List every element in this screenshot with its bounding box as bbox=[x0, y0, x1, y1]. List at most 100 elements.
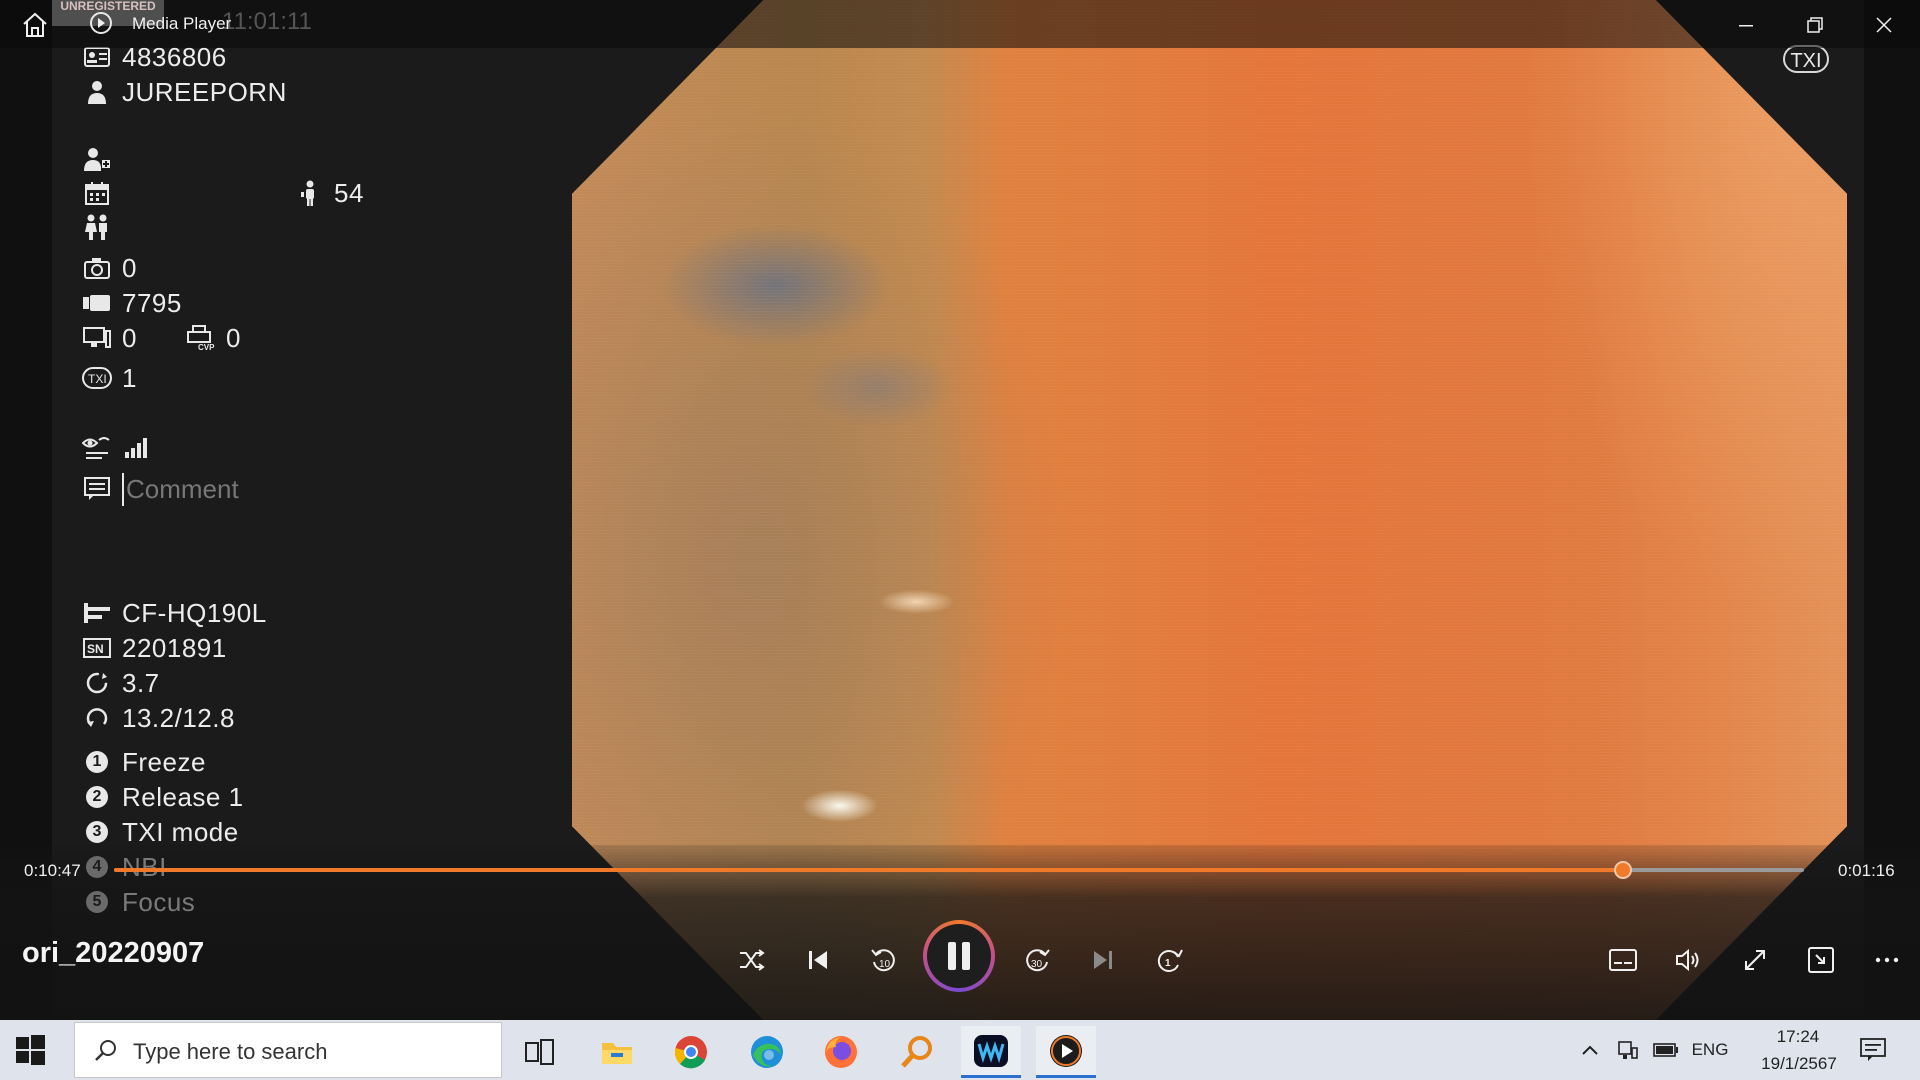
value-b: 13.2/12.8 bbox=[122, 702, 235, 733]
previous-button[interactable] bbox=[798, 940, 838, 980]
media-player-icon bbox=[90, 12, 112, 34]
media-player-taskbar-icon[interactable] bbox=[1036, 1026, 1096, 1078]
serial-number: 2201891 bbox=[122, 632, 227, 663]
seek-bar[interactable] bbox=[114, 861, 1804, 879]
button-1-label: Freeze bbox=[122, 746, 206, 777]
button-3-label: TXI mode bbox=[122, 816, 239, 847]
date-row bbox=[82, 176, 122, 210]
value-a-row: 3.7 bbox=[82, 666, 160, 700]
capture-row: 0 bbox=[82, 251, 137, 285]
webex-icon[interactable] bbox=[961, 1026, 1021, 1078]
number-4-icon: 4 bbox=[86, 856, 108, 878]
cvp-count: 0 bbox=[226, 322, 241, 353]
subtitles-button[interactable] bbox=[1603, 940, 1643, 980]
language-indicator[interactable]: ENG bbox=[1688, 1035, 1732, 1065]
scope-model-row: CF-HQ190L bbox=[82, 596, 267, 630]
monitor-count: 0 bbox=[122, 322, 137, 353]
value-a: 3.7 bbox=[122, 667, 160, 698]
refresh-icon bbox=[82, 703, 112, 733]
comment-input[interactable] bbox=[122, 472, 388, 506]
more-options-button[interactable] bbox=[1867, 940, 1907, 980]
svg-text:30: 30 bbox=[1031, 959, 1043, 970]
chrome-icon[interactable] bbox=[661, 1026, 721, 1078]
patient-age: 54 bbox=[334, 177, 364, 208]
clock-date[interactable]: 19/1/2567 bbox=[1744, 1054, 1854, 1074]
age-person-icon bbox=[294, 178, 324, 208]
number-2-icon: 2 bbox=[86, 786, 108, 808]
search-icon bbox=[93, 1038, 119, 1064]
button-assign-4: 4 NBI bbox=[82, 850, 167, 884]
button-assign-3: 3 TXI mode bbox=[82, 815, 239, 849]
signal-bars-icon bbox=[122, 433, 152, 463]
close-button[interactable] bbox=[1869, 10, 1899, 40]
file-explorer-icon[interactable] bbox=[587, 1026, 647, 1078]
notifications-icon[interactable] bbox=[1855, 1035, 1891, 1065]
comment-row bbox=[82, 472, 388, 506]
monitor-row: 0 bbox=[82, 321, 137, 355]
button-4-label: NBI bbox=[122, 851, 167, 882]
patient-name: JUREEPORN bbox=[122, 76, 287, 107]
edge-icon[interactable] bbox=[737, 1026, 797, 1078]
svg-text:10: 10 bbox=[879, 959, 891, 970]
serial-row: SN 2201891 bbox=[82, 631, 227, 665]
search-placeholder: Type here to search bbox=[133, 1039, 328, 1064]
txi-icon: TXI bbox=[82, 363, 112, 393]
home-icon[interactable] bbox=[20, 10, 50, 40]
volume-button[interactable] bbox=[1669, 940, 1709, 980]
age-row: 54 bbox=[294, 176, 364, 210]
pause-button[interactable] bbox=[923, 920, 995, 992]
title-bar: UNREGISTERED 11:01:11 Media Player bbox=[0, 0, 1920, 48]
minimize-button[interactable] bbox=[1731, 10, 1761, 40]
scope-icon bbox=[82, 598, 112, 628]
shuffle-button[interactable] bbox=[732, 940, 772, 980]
restore-button[interactable] bbox=[1800, 10, 1830, 40]
task-view-icon[interactable] bbox=[510, 1026, 570, 1078]
battery-icon bbox=[82, 288, 112, 318]
camera-icon bbox=[82, 253, 112, 283]
serial-number-icon: SN bbox=[82, 633, 112, 663]
media-title: ori_20220907 bbox=[22, 937, 205, 969]
cvp-row: CVP 0 bbox=[186, 321, 241, 355]
mini-player-button[interactable] bbox=[1801, 940, 1841, 980]
counter-value: 7795 bbox=[122, 287, 182, 318]
seek-progress bbox=[114, 868, 1624, 872]
battery-status-icon[interactable] bbox=[1650, 1035, 1682, 1065]
svg-text:CVP: CVP bbox=[198, 343, 215, 351]
next-button[interactable] bbox=[1083, 940, 1123, 980]
clock-time[interactable]: 17:24 bbox=[1770, 1027, 1826, 1047]
skip-forward-30-button[interactable]: 30 bbox=[1017, 940, 1057, 980]
counter-row: 7795 bbox=[82, 286, 182, 320]
txi-badge: TXI bbox=[1783, 45, 1829, 73]
remaining-time: 0:01:16 bbox=[1838, 861, 1895, 880]
button-assign-5: 5 Focus bbox=[82, 885, 195, 919]
txi-level: 1 bbox=[122, 362, 137, 393]
skip-back-10-button[interactable]: 10 bbox=[864, 940, 904, 980]
svg-text:SN: SN bbox=[87, 642, 104, 656]
button-assign-2: 2 Release 1 bbox=[82, 780, 244, 814]
txi-level-row: TXI 1 bbox=[82, 361, 137, 395]
number-5-icon: 5 bbox=[86, 891, 108, 913]
elapsed-time: 0:10:47 bbox=[24, 861, 81, 880]
eye-settings-icon bbox=[82, 433, 112, 463]
overlay-time-ghost: 11:01:11 bbox=[222, 8, 312, 35]
taskbar-search-box[interactable]: Type here to search bbox=[74, 1022, 502, 1078]
firefox-icon[interactable] bbox=[811, 1026, 871, 1078]
doctor-icon bbox=[82, 144, 112, 174]
windows-start-icon[interactable] bbox=[14, 1034, 46, 1066]
cvp-printer-icon: CVP bbox=[186, 323, 216, 353]
search-tool-icon[interactable] bbox=[887, 1026, 947, 1078]
window-title: Media Player bbox=[132, 14, 232, 33]
calendar-icon bbox=[82, 178, 112, 208]
person-icon bbox=[82, 77, 112, 107]
rotate-icon bbox=[82, 668, 112, 698]
fullscreen-button[interactable] bbox=[1735, 940, 1775, 980]
monitor-icon bbox=[82, 323, 112, 353]
gender-row bbox=[82, 210, 122, 244]
patient-name-row: JUREEPORN bbox=[82, 75, 287, 109]
network-icon[interactable] bbox=[1614, 1035, 1642, 1065]
button-assign-1: 1 Freeze bbox=[82, 745, 206, 779]
scope-model: CF-HQ190L bbox=[122, 597, 267, 628]
repeat-one-button[interactable]: 1 bbox=[1149, 940, 1189, 980]
show-hidden-icons-chevron-icon[interactable] bbox=[1578, 1035, 1602, 1065]
enhancement-row bbox=[82, 431, 162, 465]
